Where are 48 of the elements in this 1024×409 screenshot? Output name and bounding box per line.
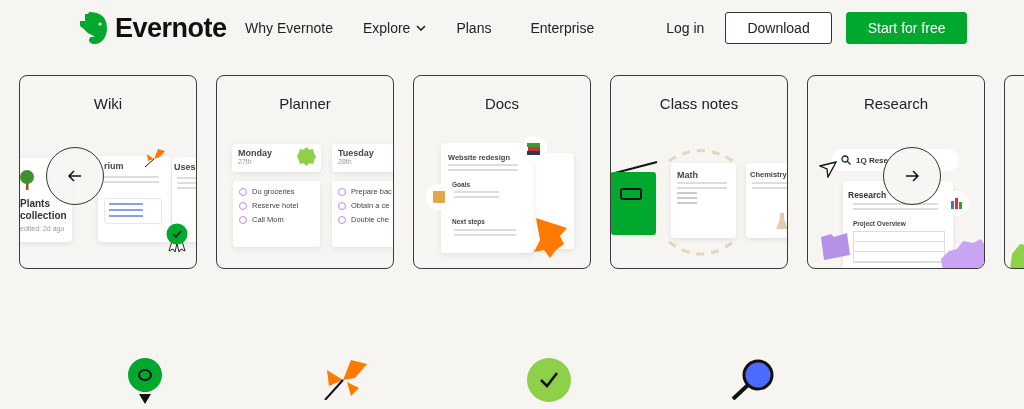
note-title: Plants collection: [20, 198, 68, 222]
download-button[interactable]: Download: [725, 12, 832, 44]
folder-icon: [819, 231, 851, 261]
flask-icon: [776, 213, 787, 229]
text-lines: [104, 176, 159, 183]
blob-icon: [297, 147, 316, 166]
checkmark-icon: [527, 358, 571, 402]
checklist-lines: [454, 229, 516, 236]
links-box: [104, 198, 162, 224]
brand-name[interactable]: Evernote: [115, 12, 227, 44]
nav-link[interactable]: Plans: [456, 20, 492, 36]
dashed-arc: [667, 240, 735, 256]
award-badge-icon: [164, 223, 190, 252]
butterfly-icon: [144, 147, 166, 168]
nav-link[interactable]: Why Evernote: [245, 20, 333, 36]
login-link[interactable]: Log in: [666, 20, 705, 36]
card-title: Planner: [278, 95, 332, 113]
tree-icon: [20, 169, 34, 191]
nav-link[interactable]: Explore: [362, 20, 427, 36]
note-title: Uses: [174, 162, 196, 172]
day-name: Monday: [238, 148, 273, 158]
doc-title: Research: [848, 190, 887, 200]
magnifier-icon: [731, 358, 775, 400]
nav-link[interactable]: Enterprise: [530, 20, 595, 36]
text-lines: [454, 191, 499, 198]
paper-plane-icon: [819, 161, 837, 178]
search-icon: [841, 155, 851, 165]
note-title: rium: [104, 161, 124, 171]
card-title: Research: [862, 95, 930, 113]
paper-cutout-icon: [534, 218, 567, 258]
arrow-left-icon: [68, 170, 82, 182]
card-title: Docs: [483, 95, 521, 113]
books-icon: [521, 136, 547, 162]
arrow-right-icon: [905, 170, 919, 182]
blob-icon: [939, 239, 984, 268]
text-lines: [677, 182, 727, 204]
text-lines: [177, 177, 196, 189]
dashed-arc: [667, 148, 735, 162]
notebook-icon: [611, 160, 659, 236]
card-title: Class notes: [658, 95, 740, 113]
map-pin-icon: [127, 358, 163, 404]
day-name: Tuesday: [338, 148, 375, 158]
text-lines: [752, 182, 787, 189]
note-title: Math: [677, 170, 698, 180]
text-lines: [448, 164, 518, 171]
elephant-logo-icon: [79, 12, 109, 44]
butterfly-icon: [323, 358, 367, 400]
card-title: Wiki: [92, 95, 124, 113]
